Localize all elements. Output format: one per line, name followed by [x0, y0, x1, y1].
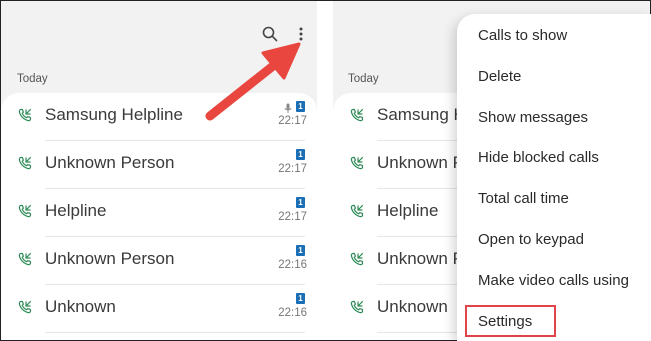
incoming-call-icon — [18, 252, 32, 266]
menu-item-delete[interactable]: Delete — [478, 68, 521, 85]
settings-highlight-box — [465, 305, 556, 337]
incoming-call-icon — [18, 108, 32, 122]
call-log-row[interactable]: Unknown Person 1 22:17 — [1, 141, 317, 189]
call-log-row[interactable]: Helpline 1 22:17 — [1, 189, 317, 237]
sim-1-icon: 1 — [296, 101, 305, 112]
section-label-today: Today — [348, 73, 379, 85]
call-log-row[interactable]: Unknown Person 1 22:16 — [1, 237, 317, 285]
row-divider — [45, 332, 305, 333]
search-icon[interactable] — [259, 23, 281, 45]
caller-name: Unknown Person — [45, 153, 175, 172]
microphone-icon — [284, 101, 292, 113]
caller-name: Unknown — [45, 297, 116, 316]
call-time: 22:17 — [278, 115, 307, 127]
call-time: 22:16 — [278, 259, 307, 271]
incoming-call-icon — [350, 300, 364, 314]
menu-item-total-call-time[interactable]: Total call time — [478, 190, 569, 207]
more-options-icon[interactable] — [290, 23, 312, 45]
incoming-call-icon — [350, 204, 364, 218]
menu-item-make-video-calls-using[interactable]: Make video calls using — [478, 272, 629, 289]
sim-1-icon: 1 — [296, 293, 305, 304]
call-log-panel-left: Today Samsung Helpline 1 22:17 Unknown Pers… — [1, 1, 317, 340]
menu-item-calls-to-show[interactable]: Calls to show — [478, 27, 567, 44]
menu-item-show-messages[interactable]: Show messages — [478, 109, 588, 126]
incoming-call-icon — [18, 204, 32, 218]
incoming-call-icon — [350, 252, 364, 266]
sim-1-icon: 1 — [296, 245, 305, 256]
sim-1-icon: 1 — [296, 197, 305, 208]
caller-name: Helpline — [377, 201, 439, 220]
incoming-call-icon — [350, 156, 364, 170]
caller-name: Samsung Helpline — [45, 105, 183, 124]
panel-divider — [317, 1, 333, 340]
call-time: 22:17 — [278, 163, 307, 175]
overflow-menu: Calls to show Delete Show messages Hide blo… — [457, 14, 651, 341]
call-log-row[interactable]: Samsung Helpline 1 22:17 — [1, 93, 317, 141]
menu-item-open-to-keypad[interactable]: Open to keypad — [478, 231, 584, 248]
incoming-call-icon — [350, 108, 364, 122]
caller-name: Unknown — [377, 297, 448, 316]
incoming-call-icon — [18, 156, 32, 170]
caller-name: Unknown Person — [45, 249, 175, 268]
incoming-call-icon — [18, 300, 32, 314]
sim-1-icon: 1 — [296, 149, 305, 160]
section-label-today: Today — [17, 73, 48, 85]
call-time: 22:17 — [278, 211, 307, 223]
call-time: 22:16 — [278, 307, 307, 319]
menu-item-hide-blocked-calls[interactable]: Hide blocked calls — [478, 149, 599, 166]
call-log-row[interactable]: Unknown 1 22:16 — [1, 285, 317, 333]
call-list: Samsung Helpline 1 22:17 Unknown Person 1 22:… — [1, 93, 317, 340]
caller-name: Helpline — [45, 201, 107, 220]
